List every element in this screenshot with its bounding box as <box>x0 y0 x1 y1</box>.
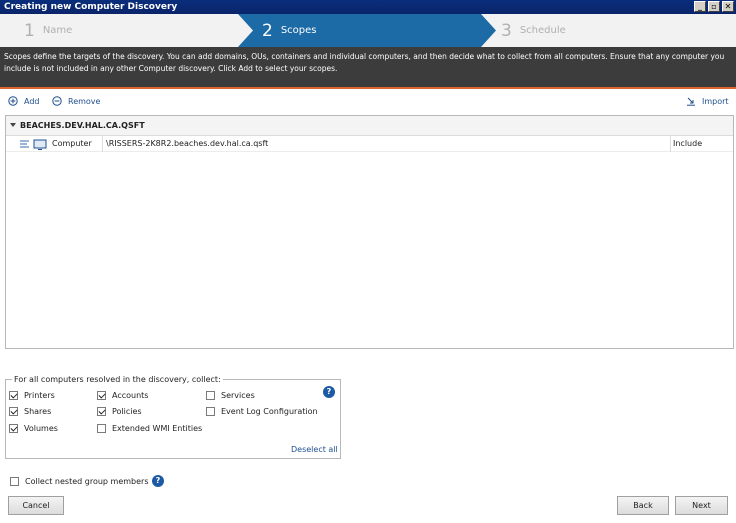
window-title: Creating new Computer Discovery <box>4 2 178 12</box>
printers-checkbox[interactable]: Printers <box>9 391 55 400</box>
step-label: Schedule <box>519 25 566 36</box>
step-number: 1 <box>24 20 35 41</box>
row-path: \RISSERS-2K8R2.beaches.dev.hal.ca.qsft <box>106 139 269 148</box>
remove-icon <box>52 96 62 106</box>
checkbox-label: Extended WMI Entities <box>112 424 203 433</box>
accounts-checkbox[interactable]: Accounts <box>97 391 148 400</box>
add-label: Add <box>24 96 40 106</box>
extended-wmi-entities-checkbox[interactable]: Extended WMI Entities <box>97 424 202 433</box>
checkbox-label: Services <box>221 391 255 400</box>
checkbox-label: Policies <box>112 407 142 416</box>
wizard-step-schedule: 3 Schedule <box>501 14 566 47</box>
event-log-configuration-checkbox[interactable]: Event Log Configuration <box>206 407 318 416</box>
import-button[interactable]: Import <box>686 96 729 106</box>
scope-group-name: BEACHES.DEV.HAL.CA.QSFT <box>20 121 145 130</box>
collect-nested-group-members-checkbox[interactable]: Collect nested group members <box>10 477 149 486</box>
step-number: 2 <box>262 20 273 41</box>
row-type: Computer <box>52 139 92 148</box>
column-divider <box>670 136 671 152</box>
wizard-step-backgrounds <box>238 14 496 47</box>
checkbox-box[interactable] <box>9 391 18 400</box>
minimize-button[interactable]: _ <box>694 1 706 12</box>
shares-checkbox[interactable]: Shares <box>9 407 51 416</box>
checkbox-box[interactable] <box>9 407 18 416</box>
window-titlebar: Creating new Computer Discovery _ ▫ ✕ <box>0 0 736 14</box>
checkbox-label: Accounts <box>112 391 149 400</box>
step-label: Name <box>42 25 73 36</box>
checkbox-label: Printers <box>24 391 55 400</box>
volumes-checkbox[interactable]: Volumes <box>9 424 58 433</box>
add-icon <box>8 96 18 106</box>
step-label: Scopes <box>280 25 317 36</box>
checkbox-box[interactable] <box>10 477 19 486</box>
checkbox-label: Event Log Configuration <box>221 407 318 416</box>
window-controls: _ ▫ ✕ <box>694 1 734 12</box>
column-divider <box>102 136 103 152</box>
help-icon[interactable]: ? <box>323 386 335 398</box>
import-icon <box>687 97 695 106</box>
maximize-button[interactable]: ▫ <box>708 1 720 12</box>
wizard-step-scopes: 2 Scopes <box>262 14 317 47</box>
scopes-toolbar: Add Remove Import <box>0 94 736 110</box>
deselect-all-link[interactable]: Deselect all <box>291 445 338 454</box>
collect-options-group: For all computers resolved in the discov… <box>5 375 341 459</box>
checkbox-box[interactable] <box>9 424 18 433</box>
collapse-arrow-icon[interactable] <box>10 123 16 127</box>
wizard-step-name: 1 Name <box>24 14 72 47</box>
checkbox-box[interactable] <box>97 407 106 416</box>
step-number: 3 <box>501 20 512 41</box>
checkbox-label: Shares <box>24 407 52 416</box>
info-banner: Scopes define the targets of the discove… <box>0 47 736 89</box>
remove-button[interactable]: Remove <box>52 96 100 106</box>
checkbox-label: Volumes <box>24 424 58 433</box>
checkbox-box[interactable] <box>97 424 106 433</box>
table-row[interactable]: Computer \RISSERS-2K8R2.beaches.dev.hal.… <box>6 136 733 152</box>
scope-group-header[interactable]: BEACHES.DEV.HAL.CA.QSFT <box>6 116 733 136</box>
cancel-button[interactable]: Cancel <box>8 496 64 515</box>
close-button[interactable]: ✕ <box>722 1 734 12</box>
help-icon[interactable]: ? <box>152 475 164 487</box>
services-checkbox[interactable]: Services <box>206 391 255 400</box>
policies-checkbox[interactable]: Policies <box>97 407 142 416</box>
next-button[interactable]: Next <box>675 496 728 515</box>
checkbox-box[interactable] <box>206 407 215 416</box>
checkbox-box[interactable] <box>206 391 215 400</box>
scopes-list[interactable]: BEACHES.DEV.HAL.CA.QSFT Computer \RISSER… <box>5 115 734 349</box>
computer-icon <box>20 139 47 150</box>
remove-label: Remove <box>68 96 101 106</box>
back-button[interactable]: Back <box>617 496 669 515</box>
collect-legend: For all computers resolved in the discov… <box>12 375 223 384</box>
add-button[interactable]: Add <box>8 96 40 106</box>
checkbox-box[interactable] <box>97 391 106 400</box>
row-action[interactable]: Include <box>673 139 702 148</box>
checkbox-label: Collect nested group members <box>25 477 149 486</box>
wizard-steps: 1 Name 2 Scopes 3 Schedule <box>0 14 736 47</box>
import-label: Import <box>702 96 729 106</box>
